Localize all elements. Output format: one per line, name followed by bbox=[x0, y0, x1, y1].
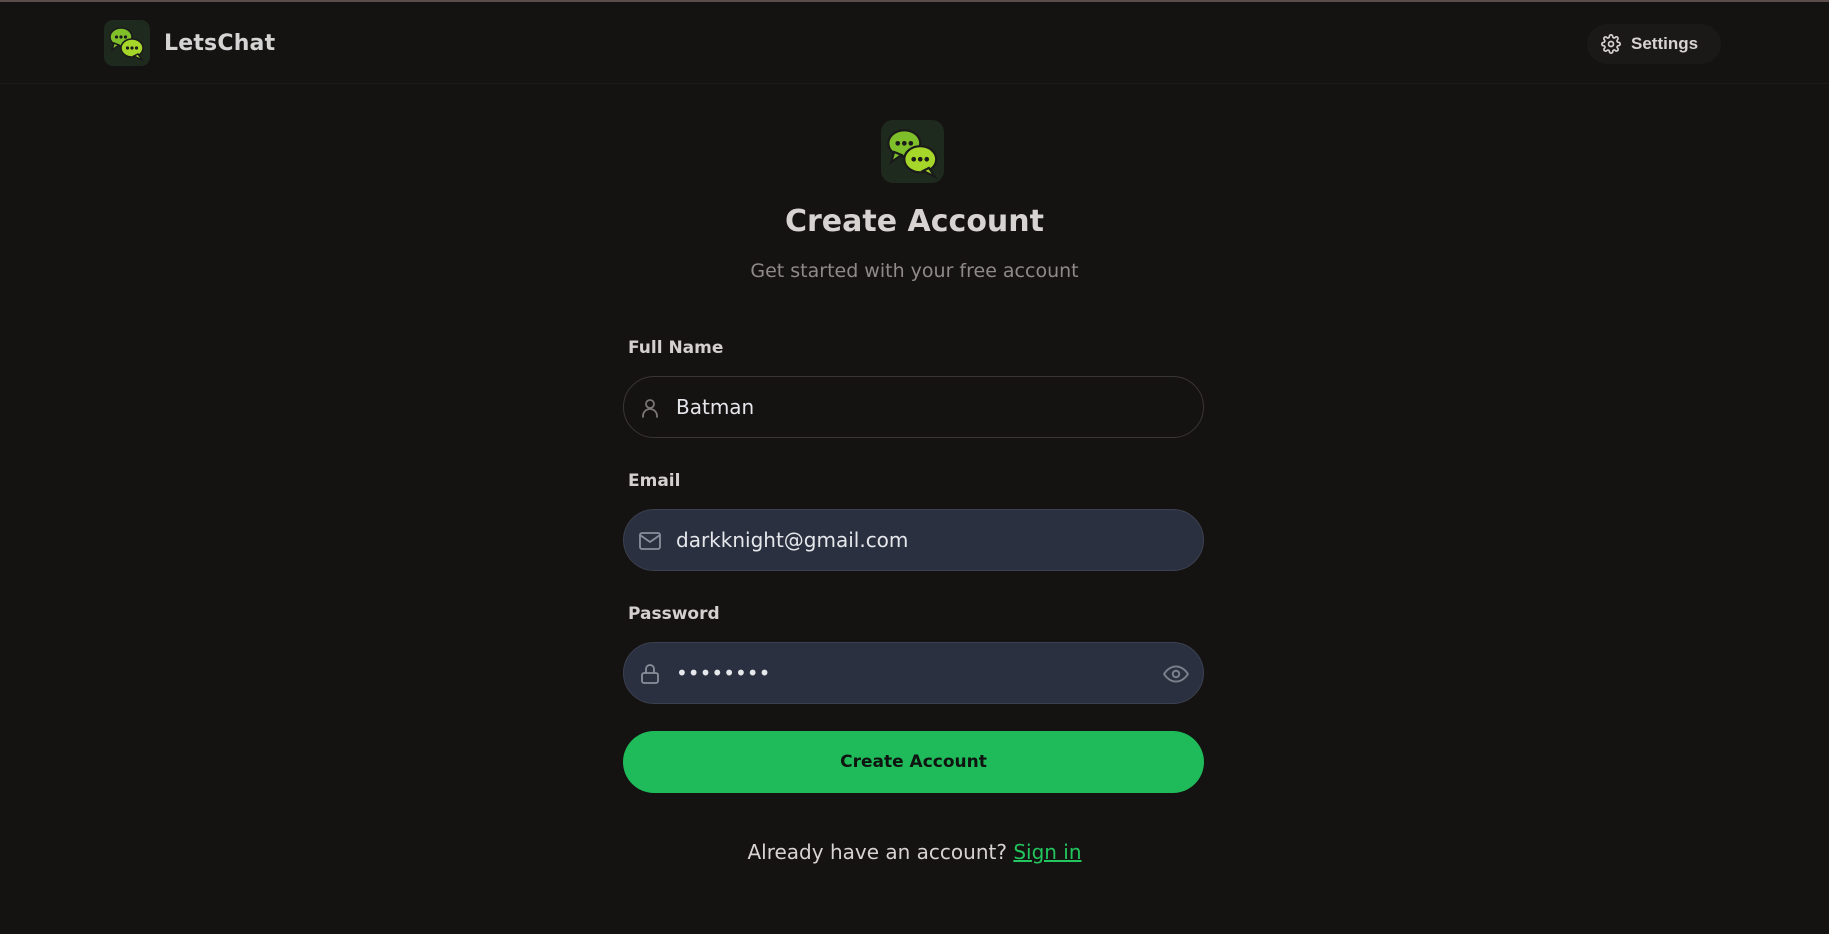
page-subtitle: Get started with your free account bbox=[750, 260, 1079, 282]
settings-label: Settings bbox=[1631, 34, 1699, 53]
hero-logo bbox=[881, 120, 944, 183]
signup-form: Full Name Email Password Create Account bbox=[623, 338, 1204, 793]
signin-link[interactable]: Sign in bbox=[1013, 840, 1081, 864]
password-label: Password bbox=[628, 604, 720, 624]
signin-prompt: Already have an account? Sign in bbox=[0, 840, 1829, 864]
page-title: Create Account bbox=[785, 204, 1044, 239]
chat-bubbles-icon bbox=[109, 27, 145, 62]
full-name-field bbox=[623, 376, 1204, 438]
signin-prompt-text: Already have an account? bbox=[747, 840, 1007, 864]
brand-home-link[interactable]: LetsChat bbox=[104, 20, 275, 66]
full-name-input[interactable] bbox=[676, 377, 1146, 437]
email-field bbox=[623, 509, 1204, 571]
app-logo bbox=[104, 20, 150, 66]
full-name-label: Full Name bbox=[628, 338, 724, 358]
eye-icon[interactable] bbox=[1163, 661, 1189, 687]
settings-button[interactable]: Settings bbox=[1587, 24, 1721, 64]
password-field bbox=[623, 642, 1204, 704]
top-navbar: LetsChat Settings bbox=[0, 2, 1829, 84]
gear-icon bbox=[1601, 34, 1621, 54]
password-input[interactable] bbox=[676, 643, 1146, 703]
create-account-button[interactable]: Create Account bbox=[623, 731, 1204, 793]
mail-icon bbox=[639, 532, 661, 550]
lock-icon bbox=[641, 664, 659, 684]
email-input[interactable] bbox=[676, 510, 1146, 570]
email-label: Email bbox=[628, 471, 681, 491]
user-icon bbox=[642, 399, 658, 418]
app-name: LetsChat bbox=[164, 30, 276, 56]
chat-bubbles-icon bbox=[886, 128, 938, 179]
